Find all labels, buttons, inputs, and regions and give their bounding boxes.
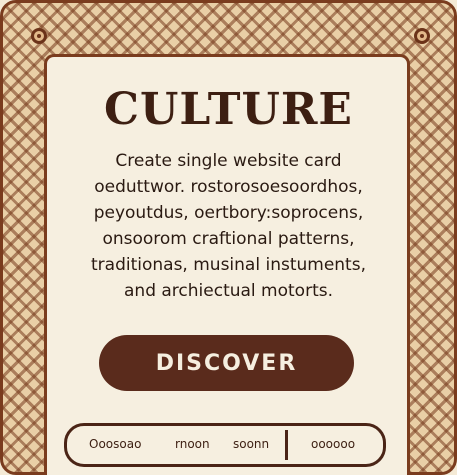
card-description: Create single website card oeduttwor. ro… [56,148,401,304]
footer-bar: Ooosoao rnoon soonn oooooo [64,423,386,467]
discover-button[interactable]: DISCOVER [99,335,354,391]
footer-link[interactable]: Ooosoao [89,437,141,451]
corner-ornament-icon [414,28,430,44]
corner-ornament-icon [31,28,47,44]
description-line: onsoorom craftional patterns, [102,229,355,249]
card-title: CULTURE [104,84,353,135]
description-line: oeduttwor. rostorosoesoordhos, [94,177,363,197]
footer-link[interactable]: oooooo [311,437,355,451]
description-line: Create single website card [115,151,342,171]
footer-link[interactable]: rnoon [175,437,210,451]
description-line: peyoutdus, oertbory:soprocens, [93,203,364,223]
footer-link[interactable]: soonn [233,437,269,451]
description-line: and archiectual motorts. [124,281,333,301]
description-line: traditionas, musinal instuments, [91,255,366,275]
footer-divider [285,430,288,460]
